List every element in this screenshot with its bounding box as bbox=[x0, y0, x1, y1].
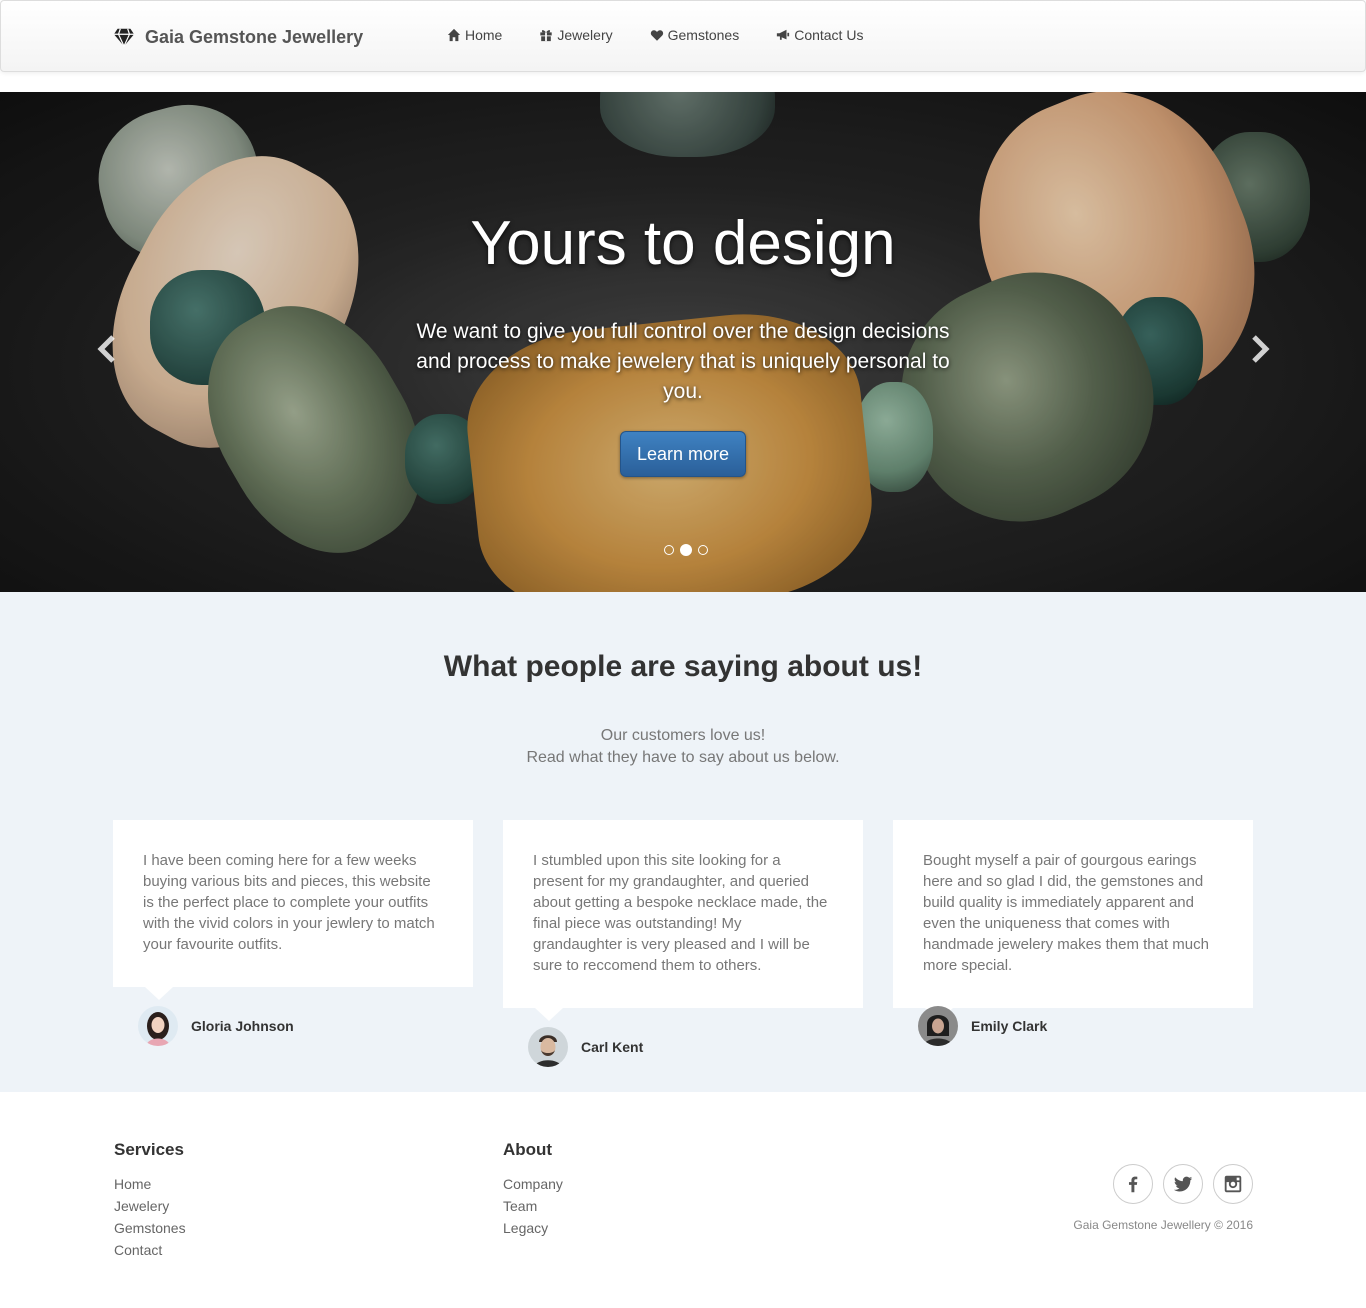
nav-jewelery[interactable]: Jewelery bbox=[539, 27, 613, 43]
footer: Services Home Jewelery Gemstones Contact… bbox=[0, 1092, 1366, 1308]
carousel-prev-button[interactable] bbox=[92, 332, 122, 366]
brand-link[interactable]: Gaia Gemstone Jewellery bbox=[113, 23, 363, 51]
testimonials-heading: What people are saying about us! bbox=[443, 650, 923, 683]
learn-more-button[interactable]: Learn more bbox=[620, 431, 746, 477]
nav-gemstones[interactable]: Gemstones bbox=[650, 27, 740, 43]
nav-home[interactable]: Home bbox=[447, 27, 502, 43]
gift-icon bbox=[540, 30, 553, 42]
testimonials-section: What people are saying about us! Our cus… bbox=[0, 592, 1366, 1092]
avatar bbox=[138, 1006, 178, 1046]
carousel-indicator-2[interactable] bbox=[680, 544, 692, 556]
testimonial-author: Emily Clark bbox=[918, 1006, 1047, 1046]
carousel-next-button[interactable] bbox=[1245, 332, 1275, 366]
footer-link-jewelery[interactable]: Jewelery bbox=[114, 1195, 186, 1217]
main-nav: Home Jewelery Gemstones Contact Us bbox=[447, 27, 900, 43]
instagram-icon bbox=[1224, 1175, 1242, 1193]
footer-link-home[interactable]: Home bbox=[114, 1173, 186, 1195]
testimonials-subtitle-line2: Read what they have to say about us belo… bbox=[526, 749, 840, 766]
nav-home-label: Home bbox=[465, 27, 503, 43]
hero-carousel: Yours to design We want to give you full… bbox=[0, 92, 1366, 592]
testimonial-card: Bought myself a pair of gourgous earings… bbox=[893, 820, 1253, 1021]
author-name: Emily Clark bbox=[971, 1018, 1048, 1034]
heart-icon bbox=[650, 30, 663, 41]
diamond-icon bbox=[113, 28, 135, 48]
hero-text: We want to give you full control over th… bbox=[416, 320, 950, 403]
testimonials-subtitle-line1: Our customers love us! bbox=[600, 727, 766, 744]
nav-jewelery-label: Jewelery bbox=[557, 27, 613, 43]
carousel-indicator-1[interactable] bbox=[664, 545, 674, 555]
nav-contact[interactable]: Contact Us bbox=[776, 27, 863, 43]
footer-link-team[interactable]: Team bbox=[503, 1195, 563, 1217]
testimonial-author: Gloria Johnson bbox=[138, 1006, 294, 1046]
nav-gemstones-label: Gemstones bbox=[667, 27, 740, 43]
author-name: Gloria Johnson bbox=[191, 1018, 294, 1034]
chevron-right-icon bbox=[1252, 335, 1270, 363]
footer-about: About Company Team Legacy bbox=[503, 1140, 563, 1239]
testimonial-quote: Bought myself a pair of gourgous earings… bbox=[923, 852, 1209, 974]
brand-name: Gaia Gemstone Jewellery bbox=[145, 26, 364, 47]
footer-services: Services Home Jewelery Gemstones Contact bbox=[114, 1140, 186, 1261]
social-links bbox=[1113, 1164, 1263, 1204]
testimonial-card: I have been coming here for a few weeks … bbox=[113, 820, 473, 1000]
avatar bbox=[918, 1006, 958, 1046]
footer-link-contact[interactable]: Contact bbox=[114, 1239, 186, 1261]
twitter-icon bbox=[1173, 1176, 1193, 1192]
copyright: Gaia Gemstone Jewellery © 2016 bbox=[1073, 1218, 1253, 1232]
testimonial-quote: I have been coming here for a few weeks … bbox=[143, 852, 435, 953]
instagram-button[interactable] bbox=[1213, 1164, 1253, 1204]
testimonial-author: Carl Kent bbox=[528, 1027, 643, 1067]
home-icon bbox=[447, 28, 461, 42]
footer-link-company[interactable]: Company bbox=[503, 1173, 563, 1195]
avatar bbox=[528, 1027, 568, 1067]
megaphone-icon bbox=[777, 29, 790, 40]
testimonial-card: I stumbled upon this site looking for a … bbox=[503, 820, 863, 1021]
twitter-button[interactable] bbox=[1163, 1164, 1203, 1204]
facebook-icon bbox=[1128, 1176, 1138, 1193]
footer-link-legacy[interactable]: Legacy bbox=[503, 1217, 563, 1239]
hero-title: Yours to design bbox=[470, 209, 896, 278]
chevron-left-icon bbox=[97, 335, 115, 363]
navbar: Gaia Gemstone Jewellery Home Jewelery Ge… bbox=[0, 0, 1366, 72]
author-name: Carl Kent bbox=[581, 1039, 644, 1055]
testimonials-subtitle: Our customers love us! Read what they ha… bbox=[0, 725, 1366, 769]
carousel-indicators bbox=[661, 544, 711, 556]
footer-link-gemstones[interactable]: Gemstones bbox=[114, 1217, 186, 1239]
testimonial-quote: I stumbled upon this site looking for a … bbox=[533, 852, 828, 974]
nav-contact-label: Contact Us bbox=[794, 27, 864, 43]
footer-about-heading: About bbox=[503, 1140, 553, 1159]
carousel-indicator-3[interactable] bbox=[698, 545, 708, 555]
footer-services-heading: Services bbox=[114, 1140, 184, 1159]
facebook-button[interactable] bbox=[1113, 1164, 1153, 1204]
